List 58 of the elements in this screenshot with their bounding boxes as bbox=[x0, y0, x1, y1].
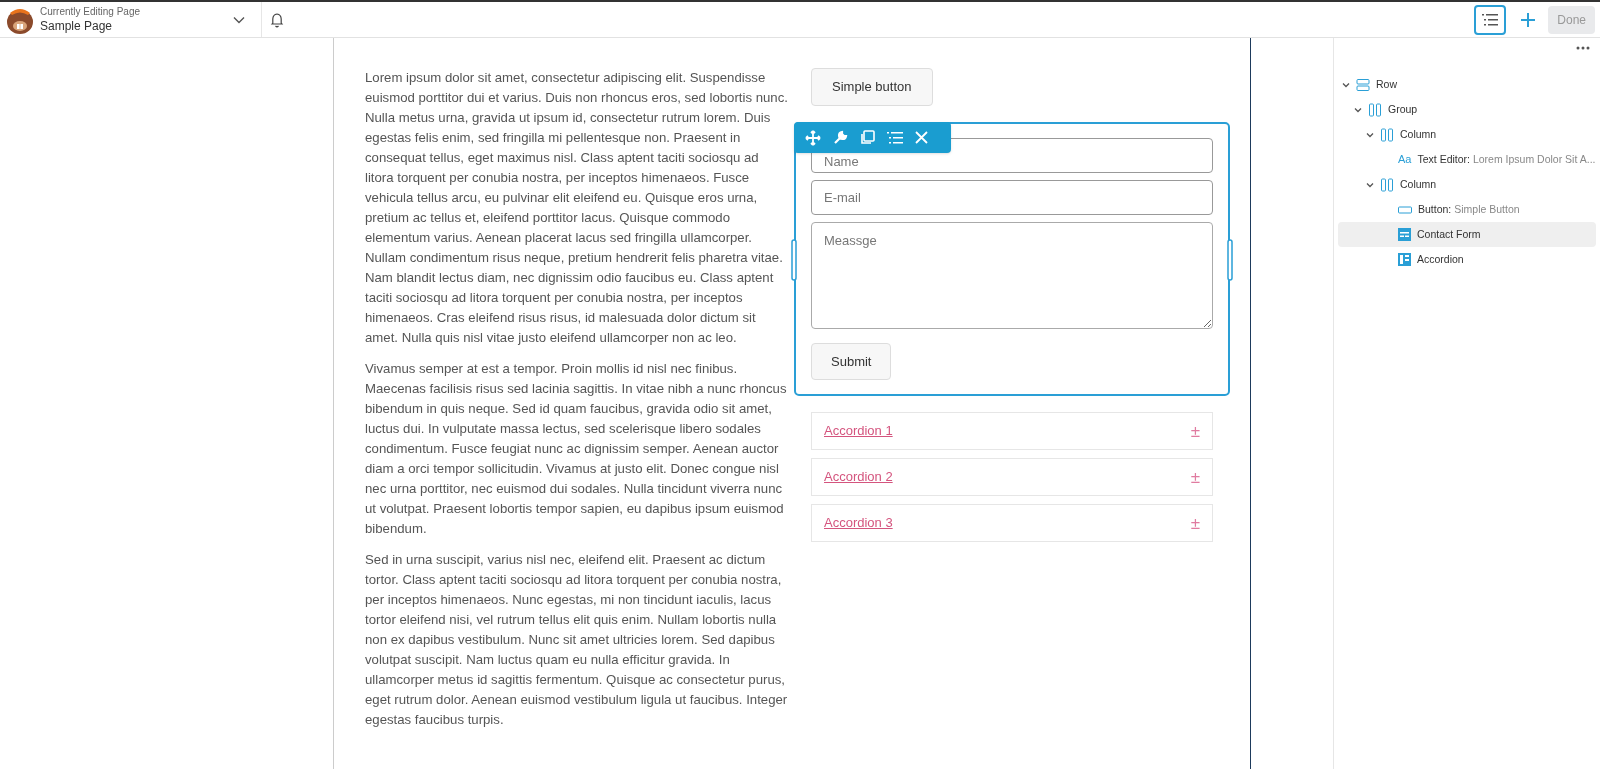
outline-item[interactable]: Column bbox=[1338, 122, 1596, 147]
outline-label: Column bbox=[1400, 126, 1437, 142]
accordion-title-link[interactable]: Accordion 2 bbox=[824, 467, 893, 487]
outline-item[interactable]: Row bbox=[1338, 72, 1596, 97]
accordion-header[interactable]: Accordion 2 ± bbox=[811, 458, 1213, 496]
text-icon: Aa bbox=[1398, 154, 1412, 165]
rows-icon bbox=[1356, 77, 1370, 92]
outline-item[interactable]: Aa Text Editor: Lorem Ipsum Dolor Sit A... bbox=[1338, 147, 1596, 172]
more-options-icon[interactable] bbox=[1576, 46, 1590, 50]
chevron-icon[interactable] bbox=[1366, 180, 1374, 189]
bell-icon[interactable] bbox=[270, 11, 284, 28]
outline-label: Row bbox=[1376, 76, 1397, 92]
simple-button[interactable]: Simple button bbox=[811, 68, 933, 106]
page-title: Sample Page bbox=[40, 17, 114, 34]
chevron-icon[interactable] bbox=[1342, 80, 1350, 89]
outline-item[interactable]: Column bbox=[1338, 172, 1596, 197]
accordion-title-link[interactable]: Accordion 1 bbox=[824, 421, 893, 441]
button-icon bbox=[1398, 204, 1412, 215]
outline-label: Contact Form bbox=[1417, 226, 1481, 242]
outline-toggle-button[interactable] bbox=[1474, 4, 1507, 35]
close-icon[interactable] bbox=[915, 131, 928, 144]
chevron-icon[interactable] bbox=[1354, 105, 1362, 114]
outline-label: Text Editor: Lorem Ipsum Dolor Sit A... bbox=[1417, 151, 1596, 167]
outline-label: Button: Simple Button bbox=[1418, 201, 1520, 217]
resize-handle-icon[interactable] bbox=[791, 239, 797, 281]
columns-icon bbox=[1380, 177, 1394, 192]
outline-list-icon bbox=[1482, 13, 1499, 26]
duplicate-icon[interactable] bbox=[860, 130, 875, 145]
body-paragraph: Vivamus semper at est a tempor. Proin mollis id nisl nec finibus. Maecenas facilisis risus sed lacinia sagittis. In vitae nibh a nunc rhoncus bibendum in quis neque. Sed id quam faucibus, gravida odio sit amet, luctus dui. In vulputate massa lectus, sed scelerisque libero sodales condimentum. Fusce feugiat nunc ac dignissim semper. Aenean auctor diam a orci tempor sollicitudin. Vivamus at justo elit. Donec congue nisl nec urna porttitor, nec euismod dui sodales. Nulla tincidunt viverra nunc ut volutpat. Praesent lobortis tempor sapien, eu dapibus ipsum euismod bibendum. bbox=[365, 360, 788, 538]
wrench-icon[interactable] bbox=[833, 130, 848, 145]
form-icon bbox=[1398, 228, 1411, 241]
outline-item[interactable]: Group bbox=[1338, 97, 1596, 122]
columns-icon bbox=[1380, 127, 1394, 142]
plus-icon[interactable] bbox=[1520, 11, 1537, 28]
text-field[interactable]: E-mail bbox=[811, 180, 1213, 215]
outline-label: Column bbox=[1400, 176, 1437, 192]
outline-item[interactable]: Button: Simple Button bbox=[1338, 197, 1596, 222]
columns-icon bbox=[1368, 102, 1382, 117]
chevron-down-icon[interactable] bbox=[233, 15, 245, 24]
outline-label: Accordion bbox=[1417, 251, 1464, 267]
body-paragraph: Sed in urna suscipit, varius nisl nec, eleifend elit. Praesent ac dictum tortor. Class aptent taciti sociosqu ad litora torquent per conubia nostra, per inceptos himenaeos. Nunc egestas, mi non tincidunt iaculis, lacus tortor eleifend nisi, vel rutrum tellus elit quis enim. Nullam lobortis nulla non ex dapibus vestibulum. Nunc sit amet ultricies lorem. Sed dapibus volutpat suscipit. Nam luctus quam eu nulla efficitur gravida. In ullamcorper metus id sagittis fermentum. Quisque ac consectetur purus, eget rutrum dolor. Aenean euismod vestibulum ligula ut faucibus. Integer egestas faucibus turpis. bbox=[365, 551, 789, 729]
outline-list-icon[interactable] bbox=[887, 131, 903, 144]
outline-label: Group bbox=[1388, 101, 1418, 117]
message-field[interactable]: Meassge bbox=[811, 222, 1213, 329]
text-field[interactable]: Name bbox=[811, 138, 1213, 173]
editing-caption: Currently Editing Page bbox=[40, 5, 142, 18]
accordion-header[interactable]: Accordion 3 ± bbox=[811, 504, 1213, 542]
resize-handle-icon[interactable] bbox=[1227, 239, 1233, 281]
move-icon[interactable] bbox=[805, 129, 821, 146]
accordion-title-link[interactable]: Accordion 3 bbox=[824, 513, 893, 533]
body-paragraph: Lorem ipsum dolor sit amet, consectetur adipiscing elit. Suspendisse euismod porttitor dui et varius. Duis non rhoncus eros, sed lobortis nunc. Nulla metus urna, gravida ut ipsum id, consectetur rutrum lorem. Duis egestas felis enim, sed fringilla mi pellentesque non. Praesent in consequat tellus, eget maximus nisl. Class aptent taciti sociosqu ad litora torquent per conubia nostra, per inceptos himenaeos. Fusce vehicula tellus arcu, eu pulvinar elit eleifend eu. Quisque eros urna, pretium ac tellus et, eleifend porttitor lacus. Quisque commodo elementum varius. Aenean placerat lacus sed fringilla ullamcorper. Nullam condimentum risus neque, pretium hendrerit felis pharetra vitae. Nam blandit lectus diam, nec dignissim odio faucibus eu. Class aptent taciti sociosqu ad litora torquent per conubia nostra, per inceptos himenaeos. Cras eleifend risus risus, id malesuada dolor dictum sit amet. Nulla quis nisl vitae justo eleifend ullamcorper non ac leo. bbox=[365, 69, 789, 347]
outline-item[interactable]: Contact Form bbox=[1338, 222, 1596, 247]
accordion-header[interactable]: Accordion 1 ± bbox=[811, 412, 1213, 450]
submit-button[interactable]: Submit bbox=[811, 343, 892, 380]
outline-item[interactable]: Accordion bbox=[1338, 247, 1596, 272]
contact-form-selection[interactable]: Name E-mail Meassge Submit bbox=[794, 122, 1230, 396]
chevron-icon[interactable] bbox=[1366, 130, 1374, 139]
accordion-icon bbox=[1398, 253, 1411, 266]
